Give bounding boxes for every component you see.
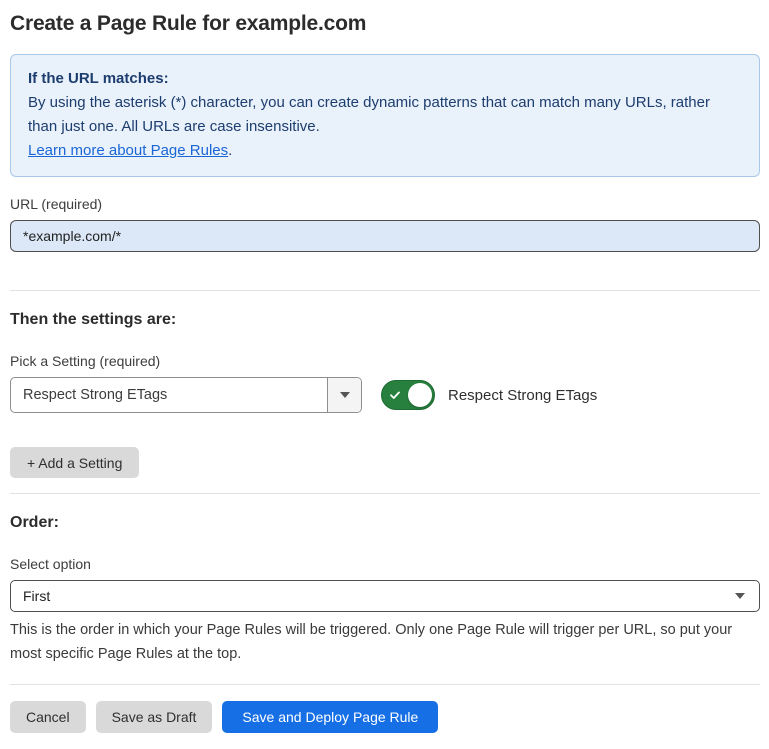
order-select-value: First <box>23 588 50 604</box>
caret-down-icon <box>340 392 350 398</box>
toggle-knob <box>408 383 432 407</box>
divider <box>10 684 760 685</box>
url-input[interactable] <box>10 220 760 252</box>
save-as-draft-button[interactable]: Save as Draft <box>96 701 213 733</box>
cancel-button[interactable]: Cancel <box>10 701 86 733</box>
divider <box>10 493 760 494</box>
info-box-body: By using the asterisk (*) character, you… <box>28 91 742 163</box>
settings-section-heading: Then the settings are: <box>10 311 760 329</box>
learn-more-link[interactable]: Learn more about Page Rules <box>28 142 228 159</box>
link-period: . <box>228 142 232 159</box>
save-and-deploy-button[interactable]: Save and Deploy Page Rule <box>222 701 438 733</box>
page-rule-form: Create a Page Rule for example.com If th… <box>0 0 769 749</box>
add-setting-button[interactable]: + Add a Setting <box>10 447 139 478</box>
setting-select-arrow-button[interactable] <box>327 378 361 412</box>
check-icon <box>389 389 401 401</box>
setting-select[interactable]: Respect Strong ETags <box>10 377 362 413</box>
order-select[interactable]: First <box>10 580 760 612</box>
url-field-label: URL (required) <box>10 196 760 212</box>
footer-actions: Cancel Save as Draft Save and Deploy Pag… <box>10 701 760 733</box>
divider <box>10 290 760 291</box>
toggle-label: Respect Strong ETags <box>448 387 597 404</box>
setting-picker-label: Pick a Setting (required) <box>10 353 760 369</box>
page-title: Create a Page Rule for example.com <box>10 12 760 36</box>
caret-down-icon <box>735 593 745 599</box>
order-select-label: Select option <box>10 556 760 572</box>
order-help-text: This is the order in which your Page Rul… <box>10 618 760 666</box>
info-box-heading: If the URL matches: <box>28 67 742 91</box>
order-section-heading: Order: <box>10 514 760 532</box>
setting-select-value: Respect Strong ETags <box>11 378 327 412</box>
info-box-body-text: By using the asterisk (*) character, you… <box>28 94 710 135</box>
url-match-info-box: If the URL matches: By using the asteris… <box>10 54 760 177</box>
setting-row: Respect Strong ETags Respect Strong ETag… <box>10 377 760 413</box>
etags-toggle[interactable] <box>381 380 435 410</box>
